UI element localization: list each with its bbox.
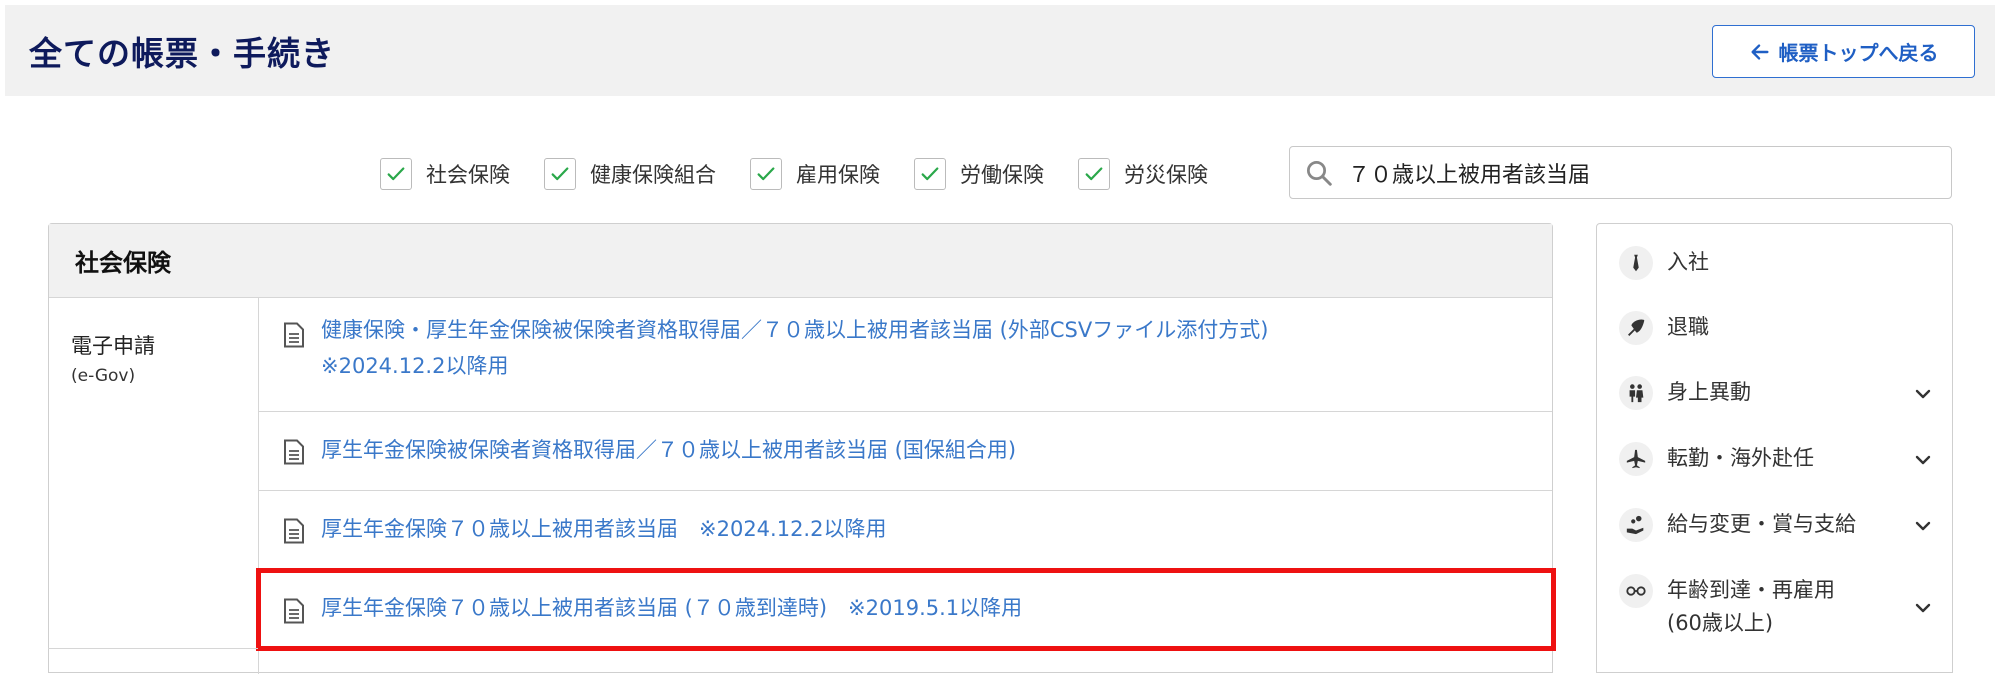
highlight-box <box>256 568 1556 651</box>
checkbox[interactable] <box>750 158 782 190</box>
category-divider <box>48 648 258 649</box>
checkbox[interactable] <box>1078 158 1110 190</box>
document-link-note: ※2024.12.2以降用 <box>321 354 509 378</box>
filter-label: 健康保険組合 <box>590 163 716 187</box>
document-icon <box>284 439 304 465</box>
filter-label: 労働保険 <box>960 163 1044 187</box>
search-box[interactable] <box>1289 146 1952 199</box>
check-icon <box>1085 167 1103 181</box>
airplane-icon <box>1619 442 1653 476</box>
checkbox[interactable] <box>914 158 946 190</box>
document-icon <box>284 518 304 544</box>
category-sidebar: 入社 退職 身上異動 転勤・海外赴任 給与変更・賞与支給 年齢到達・再雇用 (6… <box>1596 223 1953 673</box>
sidebar-item-label-sub: (60歳以上) <box>1667 611 1774 635</box>
sidebar-item-tenkin[interactable]: 転勤・海外赴任 <box>1597 434 1952 484</box>
sidebar-item-label: 退職 <box>1667 315 1709 339</box>
chevron-down-icon <box>1915 455 1931 465</box>
sidebar-item-shinjo-ido[interactable]: 身上異動 <box>1597 368 1952 418</box>
checkbox[interactable] <box>544 158 576 190</box>
category-title: 電子申請 <box>71 334 155 358</box>
chevron-down-icon <box>1915 603 1931 613</box>
page-title: 全ての帳票・手続き <box>29 34 335 73</box>
coins-hand-icon <box>1619 508 1653 542</box>
sidebar-item-nyusha[interactable]: 入社 <box>1597 238 1952 288</box>
filter-bar: 社会保険 健康保険組合 雇用保険 労働保険 労災保険 <box>380 156 1208 192</box>
category-cell: 電子申請 (e-Gov) <box>49 298 259 674</box>
filter-rodo-hoken[interactable]: 労働保険 <box>914 158 1044 190</box>
sidebar-item-label: 年齢到達・再雇用 (60歳以上) <box>1667 574 1835 640</box>
category-subtitle: (e-Gov) <box>71 366 136 386</box>
check-icon <box>387 167 405 181</box>
filter-label: 雇用保険 <box>796 163 880 187</box>
back-button-label: 帳票トップへ戻る <box>1778 41 1939 65</box>
document-link[interactable]: 厚生年金保険被保険者資格取得届／７０歳以上被用者該当届 (国保組合用) <box>321 432 1016 468</box>
sidebar-item-label: 入社 <box>1667 250 1709 274</box>
filter-koyo-hoken[interactable]: 雇用保険 <box>750 158 880 190</box>
page-header: 全ての帳票・手続き 帳票トップへ戻る <box>5 5 1995 96</box>
document-link[interactable]: 厚生年金保険７０歳以上被用者該当届 ※2024.12.2以降用 <box>321 511 886 547</box>
document-icon <box>284 322 304 348</box>
check-icon <box>921 167 939 181</box>
sidebar-item-taishoku[interactable]: 退職 <box>1597 303 1952 353</box>
document-row: 健康保険・厚生年金保険被保険者資格取得届／７０歳以上被用者該当届 (外部CSVフ… <box>259 298 1552 412</box>
panel-title: 社会保険 <box>49 224 1552 298</box>
necktie-icon <box>1619 246 1653 280</box>
sidebar-item-label: 身上異動 <box>1667 380 1751 404</box>
back-to-top-button[interactable]: 帳票トップへ戻る <box>1712 25 1975 78</box>
sidebar-item-nenrei-totatsu[interactable]: 年齢到達・再雇用 (60歳以上) <box>1597 566 1952 650</box>
bouquet-icon <box>1619 311 1653 345</box>
filter-label: 社会保険 <box>426 163 510 187</box>
filter-shakai-hoken[interactable]: 社会保険 <box>380 158 510 190</box>
glasses-icon <box>1619 574 1653 608</box>
filter-kenpo-kumiai[interactable]: 健康保険組合 <box>544 158 716 190</box>
filter-rosai-hoken[interactable]: 労災保険 <box>1078 158 1208 190</box>
sidebar-item-kyuyo-henko[interactable]: 給与変更・賞与支給 <box>1597 500 1952 550</box>
search-icon <box>1307 160 1332 186</box>
check-icon <box>757 167 775 181</box>
check-icon <box>551 167 569 181</box>
sidebar-item-label: 給与変更・賞与支給 <box>1667 512 1856 536</box>
chevron-down-icon <box>1915 389 1931 399</box>
couple-icon <box>1619 376 1653 410</box>
arrow-left-icon <box>1750 43 1769 60</box>
sidebar-item-label-line: 年齢到達・再雇用 <box>1667 578 1835 602</box>
document-row: 厚生年金保険被保険者資格取得届／７０歳以上被用者該当届 (国保組合用) <box>259 412 1552 491</box>
document-link-line: 健康保険・厚生年金保険被保険者資格取得届／７０歳以上被用者該当届 (外部CSVフ… <box>321 318 1269 342</box>
document-row: 厚生年金保険７０歳以上被用者該当届 ※2024.12.2以降用 <box>259 491 1552 570</box>
document-link[interactable]: 健康保険・厚生年金保険被保険者資格取得届／７０歳以上被用者該当届 (外部CSVフ… <box>321 312 1268 384</box>
checkbox[interactable] <box>380 158 412 190</box>
chevron-down-icon <box>1915 521 1931 531</box>
filter-label: 労災保険 <box>1124 163 1208 187</box>
search-input[interactable] <box>1348 160 1908 185</box>
sidebar-item-label: 転勤・海外赴任 <box>1667 446 1814 470</box>
